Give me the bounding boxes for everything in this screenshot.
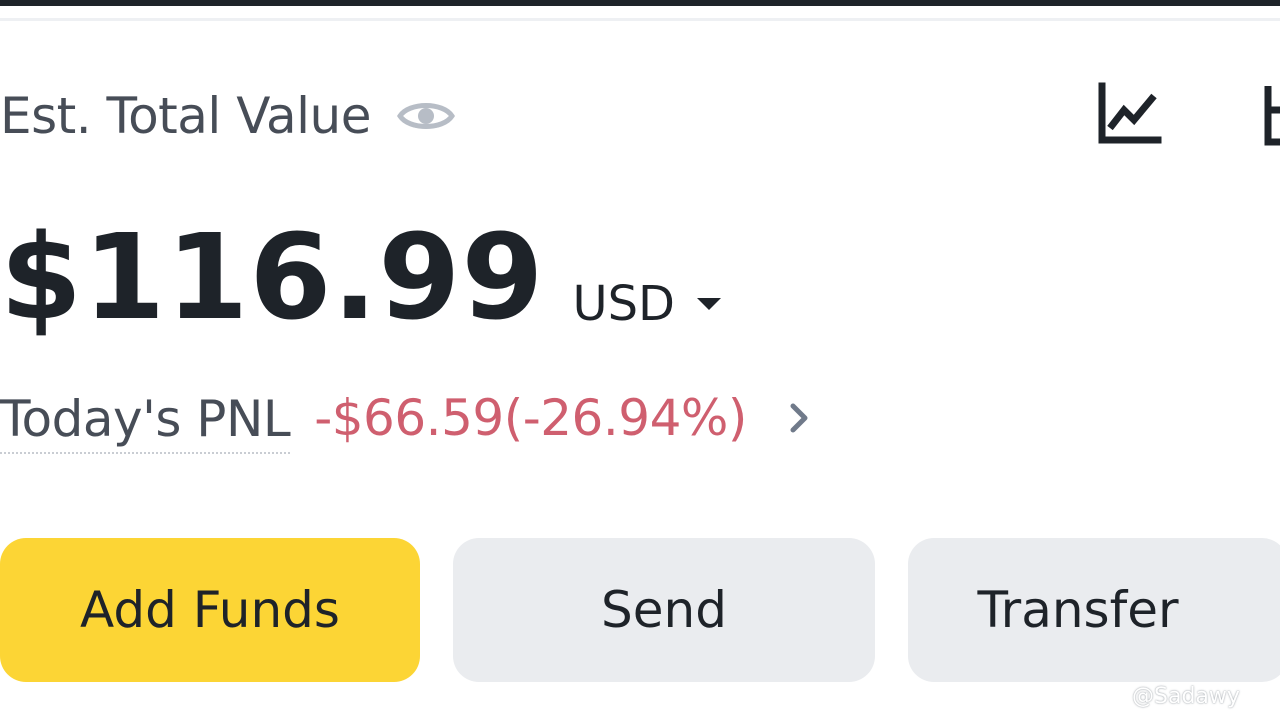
send-button[interactable]: Send (453, 538, 875, 682)
caret-down-icon[interactable] (697, 298, 722, 310)
top-border (0, 0, 1280, 6)
todays-pnl-row[interactable]: Today's PNL -$66.59(-26.94%) (0, 386, 813, 454)
pnl-label: Today's PNL (0, 390, 291, 454)
add-funds-button[interactable]: Add Funds (0, 538, 420, 682)
est-total-value-label: Est. Total Value (0, 87, 372, 145)
eye-icon[interactable] (397, 96, 455, 136)
top-divider (0, 18, 1280, 21)
pnl-value: -$66.59(-26.94%) (314, 389, 747, 447)
currency-selector[interactable]: USD (572, 280, 675, 328)
line-chart-icon[interactable] (1096, 82, 1162, 146)
wallet-overview: Est. Total Value $116.99 USD Today's PNL… (0, 0, 1280, 720)
partial-icon[interactable] (1258, 82, 1280, 146)
watermark: @Sadawy (1132, 684, 1240, 709)
balance-row: $116.99 USD (0, 206, 722, 346)
total-balance: $116.99 (0, 208, 545, 346)
transfer-button[interactable]: Transfer (908, 538, 1280, 682)
est-total-value-row: Est. Total Value (0, 84, 455, 148)
chevron-right-icon[interactable] (787, 400, 813, 436)
